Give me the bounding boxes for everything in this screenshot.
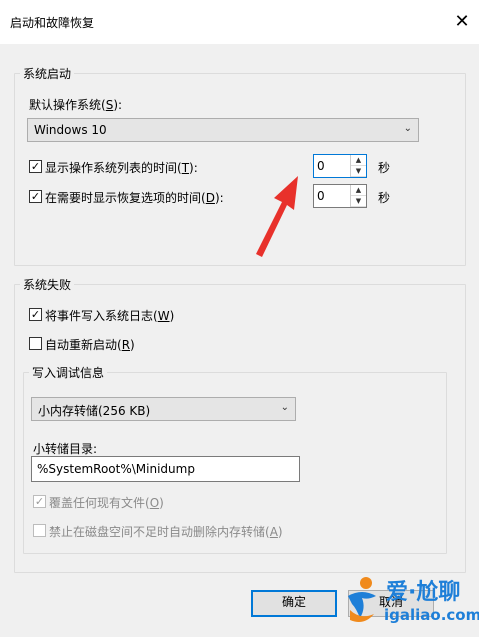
watermark-url: igaliao.com: [384, 606, 479, 624]
ok-button[interactable]: 确定: [251, 590, 337, 617]
write-event-log-label: 将事件写入系统日志(W): [45, 309, 175, 323]
default-os-select[interactable]: Windows 10 ⌄: [27, 118, 419, 142]
overwrite-files-label: 覆盖任何现有文件(O): [49, 496, 164, 510]
show-recovery-checkbox[interactable]: ✓: [29, 190, 42, 203]
show-os-list-checkbox[interactable]: ✓: [29, 160, 42, 173]
show-recovery-time-spinner[interactable]: 0 ▲ ▼: [313, 184, 367, 208]
watermark-logo: 爱·尬聊 igaliao.com: [340, 568, 479, 637]
watermark-figure-icon: [348, 577, 376, 622]
show-os-list-time-spinner[interactable]: 0 ▲ ▼: [313, 154, 367, 178]
close-icon[interactable]: ✕: [452, 12, 472, 32]
dump-dir-label: 小转储目录:: [33, 442, 98, 456]
write-event-log-checkbox[interactable]: ✓: [29, 308, 42, 321]
dump-dir-input[interactable]: %SystemRoot%\Minidump: [31, 456, 300, 482]
watermark-brand: 爱·尬聊: [386, 580, 461, 605]
window-title: 启动和故障恢复: [10, 16, 95, 30]
spinner-buttons[interactable]: ▲ ▼: [350, 155, 366, 177]
system-failure-legend: 系统失败: [20, 276, 75, 293]
overwrite-files-checkbox[interactable]: ✓: [33, 495, 46, 508]
disable-auto-delete-label: 禁止在磁盘空间不足时自动删除内存转储(A): [49, 525, 283, 539]
auto-restart-label: 自动重新启动(R): [45, 338, 135, 352]
spin-down-icon[interactable]: ▼: [351, 166, 366, 177]
show-recovery-time-value: 0: [317, 189, 325, 203]
show-os-list-label: 显示操作系统列表的时间(T):: [45, 161, 198, 175]
spinner-buttons[interactable]: ▲ ▼: [350, 185, 366, 207]
default-os-label: 默认操作系统(S):: [29, 98, 123, 112]
spin-up-icon[interactable]: ▲: [351, 185, 366, 196]
dump-type-select[interactable]: 小内存转储(256 KB) ⌄: [31, 397, 296, 421]
auto-restart-checkbox[interactable]: [29, 337, 42, 350]
seconds-unit-1: 秒: [378, 161, 391, 175]
dump-dir-value: %SystemRoot%\Minidump: [37, 462, 195, 476]
show-os-list-time-value: 0: [317, 159, 325, 173]
spin-down-icon[interactable]: ▼: [351, 196, 366, 207]
system-startup-legend: 系统启动: [20, 65, 75, 82]
debug-info-legend: 写入调试信息: [29, 364, 108, 381]
chevron-down-icon: ⌄: [403, 123, 412, 134]
seconds-unit-2: 秒: [378, 191, 391, 205]
default-os-value: Windows 10: [34, 123, 107, 137]
show-recovery-label: 在需要时显示恢复选项的时间(D):: [45, 191, 224, 205]
chevron-down-icon: ⌄: [280, 402, 289, 413]
title-bar: 启动和故障恢复 ✕: [0, 0, 479, 44]
spin-up-icon[interactable]: ▲: [351, 155, 366, 166]
annotation-arrow-icon: [256, 176, 298, 257]
dump-type-value: 小内存转储(256 KB): [38, 404, 151, 418]
disable-auto-delete-checkbox[interactable]: [33, 524, 46, 537]
